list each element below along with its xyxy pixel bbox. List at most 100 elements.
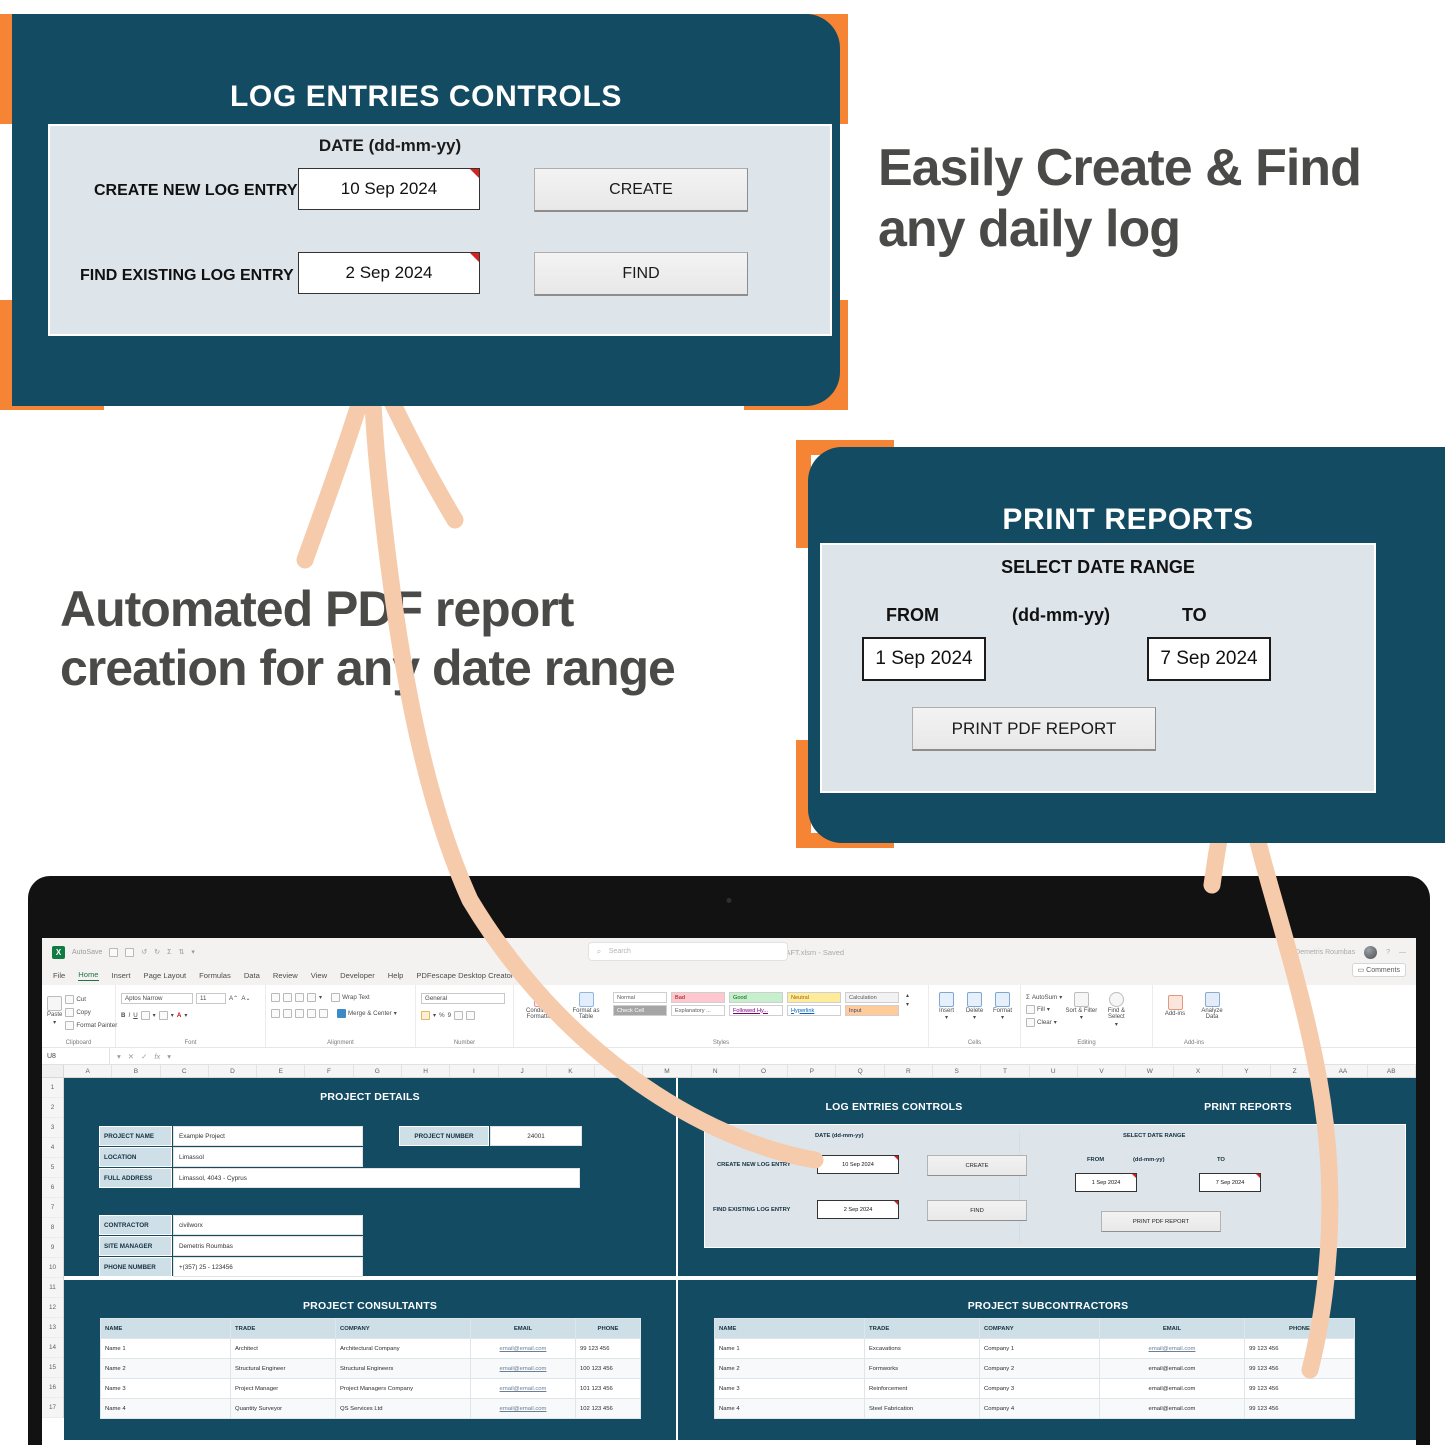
minimize-icon[interactable]: — (1399, 949, 1406, 956)
cell-style-bad[interactable]: Bad (671, 992, 725, 1003)
create-button[interactable]: CREATE (534, 168, 748, 212)
orientation-dropdown-icon[interactable]: ▾ (319, 994, 322, 1001)
column-header-Q[interactable]: Q (836, 1065, 885, 1077)
full-address-value[interactable]: Limassol, 4043 - Cyprus (173, 1168, 580, 1188)
table-cell[interactable]: Name 3 (714, 1378, 865, 1399)
ribbon-tab-strip[interactable]: File Home Insert Page Layout Formulas Data Rev… (42, 963, 1416, 985)
column-header-G[interactable]: G (354, 1065, 402, 1077)
column-header-J[interactable]: J (499, 1065, 547, 1077)
table-cell[interactable]: Name 3 (100, 1378, 231, 1399)
analyze-data-button[interactable]: Analyze Data (1195, 992, 1229, 1021)
align-middle-icon[interactable] (283, 993, 292, 1002)
bold-button[interactable]: B (121, 1012, 125, 1019)
comments-button[interactable]: ▭ Comments (1351, 963, 1406, 977)
email-cell[interactable]: email@email.com (470, 1398, 576, 1419)
cell-style-neutral[interactable]: Neutral (787, 992, 841, 1003)
add-ins-button[interactable]: Add-ins (1158, 995, 1192, 1017)
email-cell[interactable]: email@email.com (470, 1358, 576, 1379)
table-row[interactable]: Name 4 Steel Fabrication Company 4 email@em… (714, 1398, 1355, 1419)
column-header-U[interactable]: U (1030, 1065, 1078, 1077)
autosum-button[interactable]: Σ AutoSum ▾ (1026, 994, 1062, 1001)
ribbon-tab-pdfescape-desktop-creator[interactable]: PDFescape Desktop Creator (416, 971, 513, 980)
email-cell[interactable]: email@email.com (1099, 1398, 1245, 1419)
customize-qa-icon[interactable]: ▾ (191, 948, 195, 956)
table-cell[interactable]: Structural Engineers (335, 1358, 471, 1379)
table-cell[interactable]: Name 4 (100, 1398, 231, 1419)
font-size-select[interactable]: 11 (196, 993, 226, 1004)
ribbon-tab-insert[interactable]: Insert (112, 971, 131, 980)
column-header-T[interactable]: T (981, 1065, 1030, 1077)
from-date-input[interactable]: 1 Sep 2024 (862, 637, 986, 681)
table-cell[interactable]: Company 2 (979, 1358, 1100, 1379)
increase-indent-icon[interactable] (319, 1009, 328, 1018)
cell-style-normal[interactable]: Normal (613, 992, 667, 1003)
name-box-dropdown-icon[interactable]: ▾ (117, 1052, 121, 1061)
borders-dropdown-icon[interactable]: ▾ (153, 1012, 156, 1019)
email-cell[interactable]: email@email.com (1099, 1358, 1245, 1379)
email-cell[interactable]: email@email.com (470, 1338, 576, 1359)
row-header-10[interactable]: 10 (42, 1258, 63, 1278)
insert-function-icon[interactable]: fx (154, 1052, 160, 1061)
merge-center-button[interactable]: Merge & Center ▾ (337, 1009, 397, 1018)
comma-style-button[interactable]: 9 (448, 1012, 451, 1019)
row-header-12[interactable]: 12 (42, 1298, 63, 1318)
table-cell[interactable]: QS Services Ltd (335, 1398, 471, 1419)
row-header-6[interactable]: 6 (42, 1178, 63, 1198)
insert-dropdown-icon[interactable]: ▾ (945, 1015, 948, 1021)
font-color-dropdown-icon[interactable]: ▾ (184, 1012, 187, 1019)
ribbon-tab-data[interactable]: Data (244, 971, 260, 980)
table-cell[interactable]: Structural Engineer (230, 1358, 336, 1379)
decrease-font-size-button[interactable]: A⌄ (241, 995, 250, 1002)
align-right-icon[interactable] (295, 1009, 304, 1018)
table-cell[interactable]: 99 123 456 (575, 1338, 641, 1359)
paste-button[interactable]: Paste ▾ (47, 996, 62, 1026)
sort-filter-dropdown-icon[interactable]: ▾ (1080, 1015, 1083, 1021)
table-row[interactable]: Name 2 Formworks Company 2 email@email.com 9… (714, 1358, 1355, 1379)
row-header-16[interactable]: 16 (42, 1378, 63, 1398)
row-header-17[interactable]: 17 (42, 1398, 63, 1418)
table-cell[interactable]: 102 123 456 (575, 1398, 641, 1419)
font-color-icon[interactable]: A (177, 1012, 181, 1019)
row-header-5[interactable]: 5 (42, 1158, 63, 1178)
project-name-value[interactable]: Example Project (173, 1126, 363, 1146)
table-row[interactable]: Name 4 Quantity Surveyor QS Services Ltd em… (100, 1398, 641, 1419)
increase-decimal-icon[interactable] (454, 1011, 464, 1020)
clear-button[interactable]: Clear ▾ (1026, 1018, 1062, 1027)
table-row[interactable]: Name 3 Project Manager Project Managers Co… (100, 1378, 641, 1399)
table-cell[interactable]: 99 123 456 (1244, 1378, 1355, 1399)
column-header-E[interactable]: E (257, 1065, 306, 1077)
align-center-icon[interactable] (283, 1009, 292, 1018)
row-header-7[interactable]: 7 (42, 1198, 63, 1218)
styles-scroll-down-icon[interactable]: ▾ (906, 1001, 909, 1008)
redo-icon[interactable]: ↻ (154, 948, 160, 956)
column-header-N[interactable]: N (692, 1065, 740, 1077)
phone-number-value[interactable]: +(357) 25 - 123456 (173, 1257, 363, 1277)
site-manager-value[interactable]: Demetris Roumbas (173, 1236, 363, 1256)
column-header-S[interactable]: S (933, 1065, 982, 1077)
sheet-print-pdf-button[interactable]: PRINT PDF REPORT (1101, 1211, 1221, 1232)
ribbon-tab-formulas[interactable]: Formulas (199, 971, 231, 980)
table-cell[interactable]: Formworks (864, 1358, 980, 1379)
column-header-K[interactable]: K (547, 1065, 596, 1077)
fill-button[interactable]: Fill ▾ (1026, 1005, 1062, 1014)
ribbon-tab-home[interactable]: Home (78, 970, 99, 981)
row-headers[interactable]: 1 2 3 4 5 6 7 8 9 10 11 12 13 14 15 16 17 (42, 1078, 64, 1418)
column-header-R[interactable]: R (885, 1065, 934, 1077)
wrap-text-button[interactable]: Wrap Text (331, 993, 370, 1002)
row-header-11[interactable]: 11 (42, 1278, 63, 1298)
underline-button[interactable]: U (133, 1012, 137, 1019)
find-date-input[interactable]: 2 Sep 2024 (298, 252, 480, 294)
column-header-AA[interactable]: AA (1319, 1065, 1368, 1077)
decrease-indent-icon[interactable] (307, 1009, 316, 1018)
create-date-input[interactable]: 10 Sep 2024 (298, 168, 480, 210)
table-cell[interactable]: Company 1 (979, 1338, 1100, 1359)
conditional-formatting-button[interactable]: Conditional Formatting (519, 992, 563, 1021)
cell-style-explanatory[interactable]: Explanatory ... (671, 1005, 725, 1016)
select-all-corner[interactable] (42, 1065, 64, 1077)
row-header-8[interactable]: 8 (42, 1218, 63, 1238)
to-date-input[interactable]: 7 Sep 2024 (1147, 637, 1271, 681)
fill-color-dropdown-icon[interactable]: ▾ (171, 1012, 174, 1019)
delete-cells-button[interactable]: Delete ▾ (962, 992, 987, 1022)
row-header-1[interactable]: 1 (42, 1078, 63, 1098)
ribbon-tab-help[interactable]: Help (388, 971, 404, 980)
